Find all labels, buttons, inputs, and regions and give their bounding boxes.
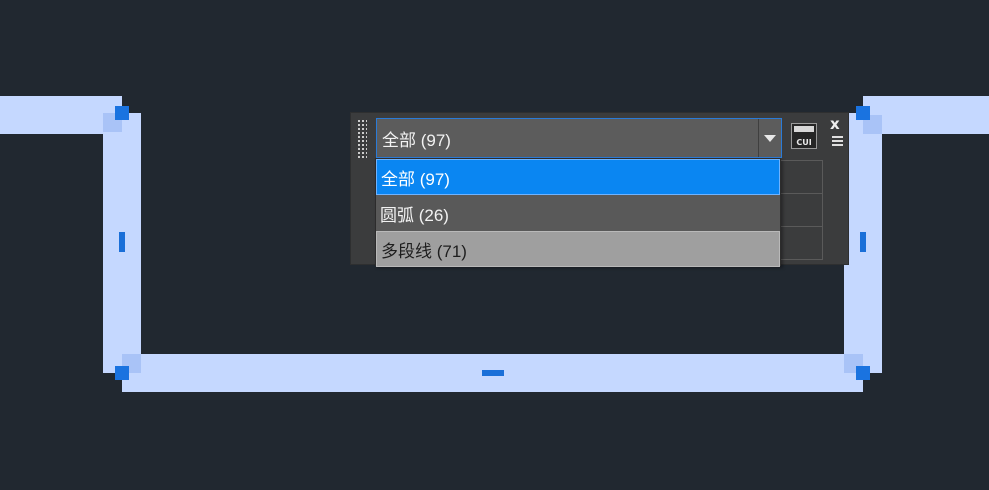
- object-type-dropdown-list: 全部 (97) 圆弧 (26) 多段线 (71): [375, 158, 781, 267]
- cui-label: CUI: [796, 138, 812, 147]
- midpoint-grip[interactable]: [482, 370, 504, 376]
- vertex-grip[interactable]: [115, 366, 129, 380]
- dropdown-arrow-icon: [764, 134, 776, 142]
- dropdown-option-arc[interactable]: 圆弧 (26): [376, 195, 780, 231]
- vertex-grip[interactable]: [115, 106, 129, 120]
- dropdown-button[interactable]: [758, 119, 781, 157]
- close-icon[interactable]: x: [830, 116, 840, 132]
- object-type-combobox[interactable]: 全部 (97): [376, 118, 782, 158]
- menu-icon[interactable]: [832, 136, 843, 148]
- dropdown-option-polyline[interactable]: 多段线 (71): [376, 231, 780, 267]
- properties-grid: [779, 160, 823, 260]
- dropdown-option-all[interactable]: 全部 (97): [376, 159, 780, 195]
- vertex-grip[interactable]: [856, 106, 870, 120]
- drag-handle-icon[interactable]: [357, 119, 367, 159]
- vertex-grip[interactable]: [856, 366, 870, 380]
- combo-value: 全部 (97): [382, 130, 451, 150]
- cui-button[interactable]: CUI: [791, 123, 817, 149]
- midpoint-grip[interactable]: [860, 232, 866, 252]
- midpoint-grip[interactable]: [119, 232, 125, 252]
- cui-icon: [794, 126, 814, 132]
